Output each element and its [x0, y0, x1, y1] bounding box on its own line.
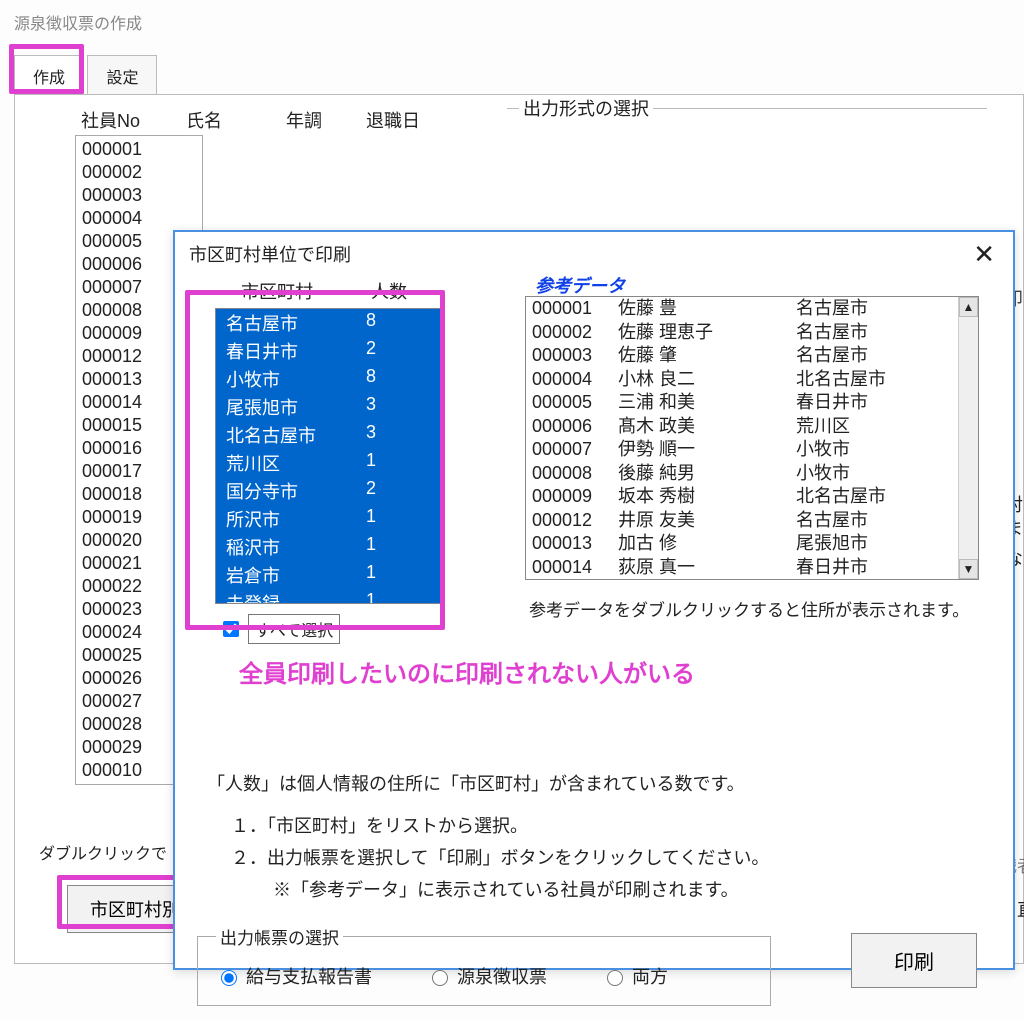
count-header: 人数	[371, 278, 407, 304]
municipality-list[interactable]: 名古屋市8春日井市2小牧市8尾張旭市3北名古屋市3荒川区1国分寺市2所沢市1稲沢…	[215, 308, 445, 604]
output-format-group: 出力形式の選択	[507, 95, 987, 139]
list-item[interactable]: 000001	[82, 138, 196, 161]
municipality-row[interactable]: 所沢市1	[216, 505, 444, 533]
col-adjust: 年調	[286, 107, 366, 133]
select-all-checkbox[interactable]	[223, 621, 239, 637]
window-title: 源泉徴収票の作成	[0, 0, 1024, 40]
municipality-row[interactable]: 小牧市8	[216, 365, 444, 393]
col-emp-no: 社員No	[81, 107, 186, 133]
scroll-down-icon[interactable]: ▼	[959, 559, 978, 579]
output-report-legend: 出力帳票の選択	[216, 924, 343, 949]
muni-header: 市区町村	[241, 278, 371, 304]
list-item[interactable]: 000004	[82, 207, 196, 230]
reference-row[interactable]: 000013加古 修尾張旭市	[526, 532, 978, 556]
double-click-hint: ダブルクリックで	[39, 840, 167, 864]
municipality-row[interactable]: 春日井市2	[216, 337, 444, 365]
tab-panel: 社員No 氏名 年調 退職日 000001000002000003000004 0…	[14, 94, 1024, 964]
reference-row[interactable]: 000006髙木 政美荒川区	[526, 415, 978, 439]
output-opt-payment-report[interactable]: 給与支払報告書	[216, 963, 372, 989]
help-step-1: １．「市区町村」をリストから選択。	[231, 810, 993, 842]
help-step-2: ２．出力帳票を選択して「印刷」ボタンをクリックしてください。	[231, 842, 993, 874]
municipality-row[interactable]: 名古屋市8	[216, 309, 444, 337]
reference-row[interactable]: 000005三浦 和美春日井市	[526, 391, 978, 415]
reference-row[interactable]: 000007伊勢 順一小牧市	[526, 438, 978, 462]
municipality-row[interactable]: 尾張旭市3	[216, 393, 444, 421]
col-retire: 退職日	[366, 107, 466, 133]
reference-row[interactable]: 000004小林 良二北名古屋市	[526, 368, 978, 392]
list-item[interactable]: 000002	[82, 161, 196, 184]
reference-row[interactable]: 000001佐藤 豊名古屋市	[526, 297, 978, 321]
tab-bar: 作成 設定	[14, 54, 1024, 94]
reference-row[interactable]: 000002佐藤 理恵子名古屋市	[526, 321, 978, 345]
municipality-row[interactable]: 国分寺市2	[216, 477, 444, 505]
muni-print-dialog: 市区町村単位で印刷 ✕ 市区町村 人数 名古屋市8春日井市2小牧市8尾張旭市3北…	[173, 230, 1015, 970]
reference-row[interactable]: 000009坂本 秀樹北名古屋市	[526, 485, 978, 509]
output-opt-withholding[interactable]: 源泉徴収票	[427, 963, 547, 989]
annotation-text: 全員印刷したいのに印刷されない人がいる	[239, 654, 695, 689]
tab-settings[interactable]: 設定	[87, 55, 157, 97]
output-opt-both[interactable]: 両方	[602, 963, 668, 989]
help-step-3: ※「参考データ」に表示されている社員が印刷されます。	[273, 874, 993, 906]
reference-data-header: 参考データ	[535, 272, 625, 298]
reference-hint: 参考データをダブルクリックすると住所が表示されます。	[529, 596, 969, 621]
help-text: 「 「人数」は個人情報の住所に「市区町村」が含まれている数です。 １．「市区町村…	[195, 736, 993, 906]
municipality-row[interactable]: 荒川区1	[216, 449, 444, 477]
col-name: 氏名	[186, 107, 286, 133]
scroll-up-icon[interactable]: ▲	[959, 297, 978, 317]
reference-row[interactable]: 000008後藤 純男小牧市	[526, 462, 978, 486]
help-line-2: 「人数」は個人情報の住所に「市区町村」が含まれている数です。	[207, 768, 993, 800]
reference-row[interactable]: 000012井原 友美名古屋市	[526, 509, 978, 533]
output-report-group: 出力帳票の選択 給与支払報告書 源泉徴収票 両方	[197, 924, 771, 1006]
reference-row[interactable]: 000003佐藤 肇名古屋市	[526, 344, 978, 368]
select-all-label[interactable]: すべて選択	[248, 614, 340, 644]
close-icon[interactable]: ✕	[965, 240, 1003, 268]
dialog-title: 市区町村単位で印刷	[189, 241, 351, 267]
reference-data-list[interactable]: 000001佐藤 豊名古屋市000002佐藤 理恵子名古屋市000003佐藤 肇…	[525, 296, 979, 580]
municipality-row[interactable]: 岩倉市1	[216, 561, 444, 589]
scrollbar[interactable]: ▲ ▼	[958, 297, 978, 579]
municipality-row[interactable]: 北名古屋市3	[216, 421, 444, 449]
output-format-legend: 出力形式の選択	[519, 95, 653, 121]
tab-create[interactable]: 作成	[14, 55, 84, 97]
municipality-row[interactable]: 稲沢市1	[216, 533, 444, 561]
municipality-row[interactable]: 未登録1	[216, 589, 444, 604]
list-item[interactable]: 000003	[82, 184, 196, 207]
reference-row[interactable]: 000014荻原 真一春日井市	[526, 556, 978, 580]
print-button[interactable]: 印刷	[851, 933, 977, 988]
